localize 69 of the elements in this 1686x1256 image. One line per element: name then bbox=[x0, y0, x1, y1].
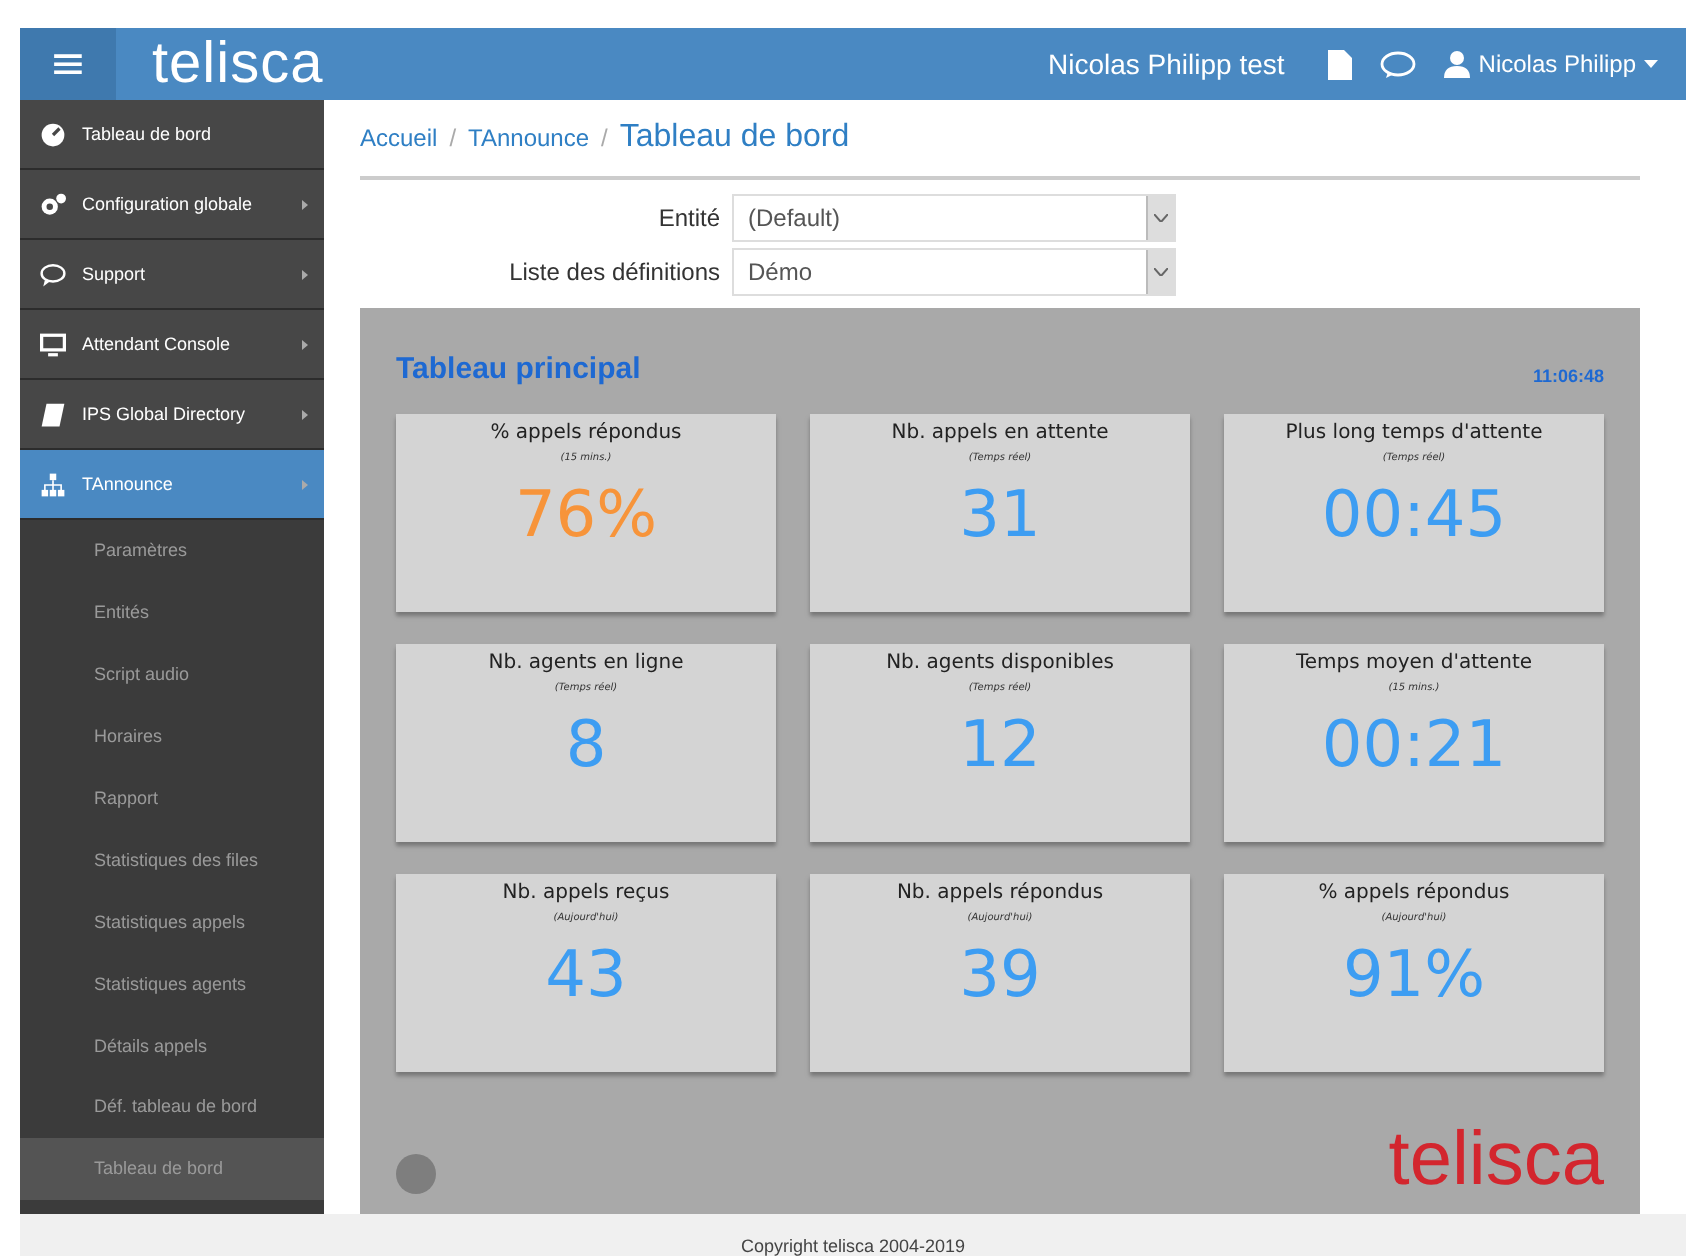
tile-value: 00:45 bbox=[1321, 476, 1507, 552]
chevron-down-icon bbox=[1154, 268, 1168, 276]
tile-title: Temps moyen d'attente bbox=[1295, 652, 1533, 674]
breadcrumb-link[interactable]: TAnnounce bbox=[468, 124, 590, 152]
chat-icon bbox=[40, 261, 66, 287]
submenu-item[interactable]: Tableau de bord bbox=[20, 1137, 324, 1200]
caret-icon bbox=[302, 199, 308, 209]
dashboard-title: Tableau principal bbox=[396, 352, 641, 386]
caret-icon bbox=[1644, 60, 1658, 68]
document-icon[interactable] bbox=[1328, 49, 1353, 79]
sidebar-item[interactable]: Tableau de bord bbox=[20, 100, 324, 170]
logo: telisca bbox=[152, 31, 324, 97]
sidebar-item[interactable]: IPS Global Directory bbox=[20, 380, 324, 450]
breadcrumb-link[interactable]: Tableau de bord bbox=[619, 120, 850, 156]
tile-value: 8 bbox=[565, 706, 607, 782]
caret-icon bbox=[302, 479, 308, 489]
select-field[interactable]: (Default) bbox=[732, 194, 1176, 242]
tile-title: Nb. appels en attente bbox=[891, 422, 1109, 444]
gauge-icon bbox=[40, 121, 66, 147]
submenu-item[interactable]: Statistiques appels bbox=[20, 890, 324, 953]
gears-icon bbox=[40, 191, 66, 217]
tile-title: Nb. agents disponibles bbox=[886, 652, 1114, 674]
field-label: Liste des définitions bbox=[507, 258, 720, 286]
submenu-item[interactable]: Rapport bbox=[20, 767, 324, 829]
tile-value: 12 bbox=[959, 706, 1041, 782]
tile-title: Nb. appels reçus bbox=[502, 882, 670, 904]
caret-icon bbox=[302, 409, 308, 419]
tile-title: Nb. appels répondus bbox=[896, 882, 1104, 904]
menu-button[interactable]: ≡ bbox=[20, 28, 116, 100]
tile-value: 76% bbox=[514, 476, 658, 552]
user-icon bbox=[1444, 50, 1471, 78]
tile-value: 31 bbox=[959, 476, 1041, 552]
tile-value: 91% bbox=[1342, 936, 1486, 1012]
submenu-item[interactable]: Paramètres bbox=[20, 520, 324, 582]
sitemap-icon bbox=[40, 471, 66, 497]
chevron-down-icon bbox=[1154, 214, 1168, 222]
tile-value: 00:21 bbox=[1321, 706, 1507, 782]
brand-logo: telisca bbox=[1388, 1122, 1604, 1198]
sidebar-item[interactable]: Configuration globale bbox=[20, 170, 324, 240]
sidebar-item[interactable]: Support bbox=[20, 240, 324, 310]
sidebar-item[interactable]: TAnnounce bbox=[20, 450, 324, 520]
instance-name: Nicolas Philipp test bbox=[1048, 48, 1285, 80]
tile-value: 39 bbox=[959, 936, 1041, 1012]
breadcrumb-separator: / bbox=[449, 124, 457, 152]
tile-title: % appels répondus bbox=[490, 422, 682, 444]
caret-icon bbox=[302, 339, 308, 349]
user-menu[interactable]: Nicolas Philipp bbox=[1444, 50, 1658, 78]
chat-icon[interactable] bbox=[1380, 49, 1417, 79]
select-field[interactable]: Démo bbox=[732, 248, 1176, 296]
copyright-text: Copyright telisca 2004-2019 bbox=[740, 1236, 966, 1256]
breadcrumb-separator: / bbox=[601, 124, 608, 152]
submenu-item[interactable]: Statistiques agents bbox=[20, 952, 324, 1015]
field-label: Entité bbox=[656, 204, 720, 232]
tile-title: Nb. agents en ligne bbox=[488, 652, 684, 674]
submenu-item[interactable]: Entités bbox=[20, 581, 324, 644]
submenu-item[interactable]: Statistiques des files bbox=[20, 828, 324, 891]
tile-value: 43 bbox=[545, 936, 627, 1012]
tile-title: Plus long temps d'attente bbox=[1285, 422, 1543, 444]
status-dot bbox=[396, 1154, 436, 1194]
monitor-icon bbox=[40, 331, 66, 357]
sidebar-item[interactable]: Attendant Console bbox=[20, 310, 324, 380]
caret-icon bbox=[302, 269, 308, 279]
clock-time: 11:06:48 bbox=[1532, 366, 1604, 386]
submenu-item[interactable]: Détails appels bbox=[20, 1014, 324, 1077]
tile-title: % appels répondus bbox=[1318, 882, 1510, 904]
submenu-item[interactable]: Horaires bbox=[20, 705, 324, 768]
submenu-item[interactable]: Déf. tableau de bord bbox=[20, 1076, 324, 1138]
submenu-item[interactable]: Script audio bbox=[20, 643, 324, 706]
breadcrumb-link[interactable]: Accueil bbox=[360, 124, 438, 152]
